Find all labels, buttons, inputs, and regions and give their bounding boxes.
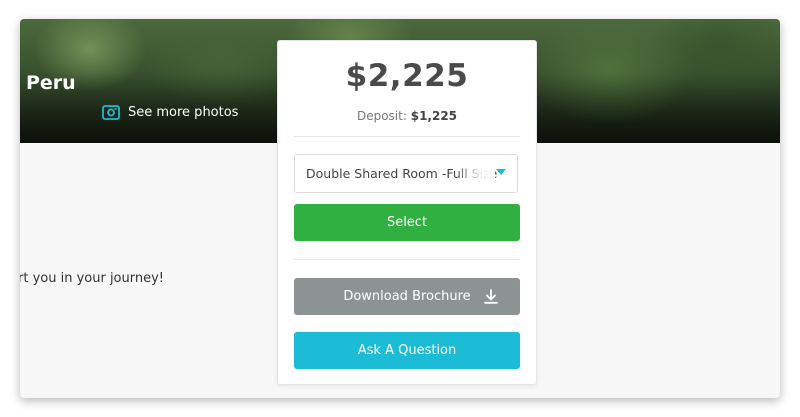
download-brochure-button[interactable]: Download Brochure [294, 278, 520, 315]
download-brochure-label: Download Brochure [343, 289, 471, 304]
camera-icon [102, 105, 120, 120]
intro-text: rt you in your journey! [20, 271, 165, 286]
deposit: Deposit: $1,225 [278, 109, 536, 123]
select-button[interactable]: Select [294, 204, 520, 241]
divider [294, 136, 520, 137]
price: $2,225 [345, 58, 469, 94]
room-type-select[interactable]: Double Shared Room -Full Size [294, 154, 518, 193]
ask-question-label: Ask A Question [357, 343, 457, 358]
deposit-value: $1,225 [410, 109, 458, 123]
divider [294, 259, 520, 260]
chevron-down-icon [496, 169, 506, 175]
download-icon [484, 289, 498, 304]
ask-question-button[interactable]: Ask A Question [294, 332, 520, 369]
deposit-label: Deposit: [356, 109, 407, 123]
trip-page: Peru See more photos rt you in your jour… [20, 19, 780, 398]
see-more-photos-link[interactable]: See more photos [102, 104, 238, 120]
trip-title: Peru [26, 72, 76, 94]
select-fade [455, 156, 495, 192]
see-more-photos-label: See more photos [128, 104, 239, 120]
booking-card: $2,225 Deposit: $1,225 Double Shared Roo… [277, 40, 537, 385]
select-button-label: Select [386, 215, 428, 230]
